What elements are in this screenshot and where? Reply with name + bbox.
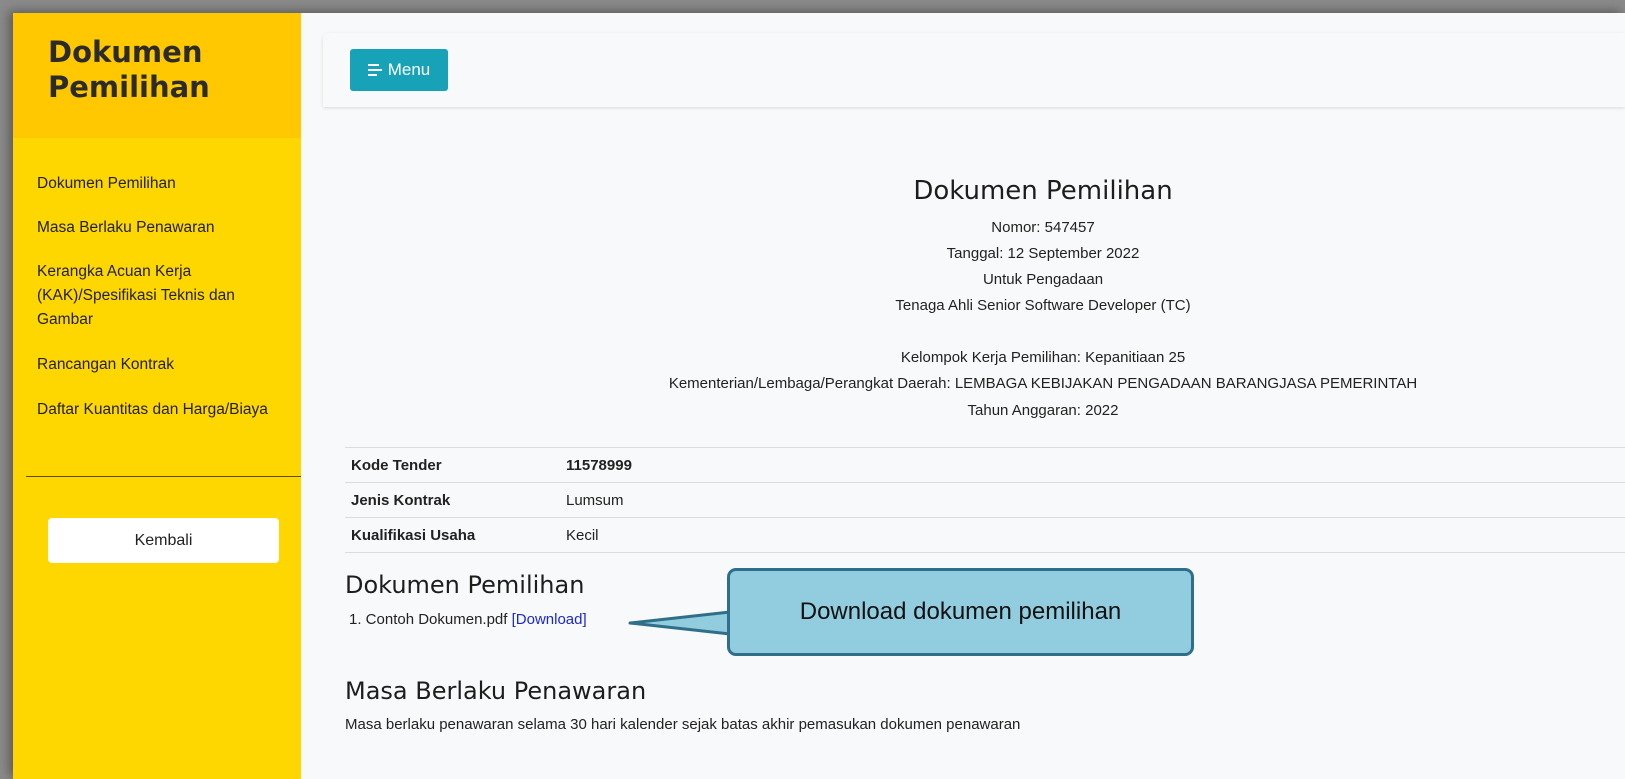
sidebar-item-dokumen-pemilihan[interactable]: Dokumen Pemilihan (37, 172, 277, 196)
sidebar-item-kak-spesifikasi[interactable]: Kerangka Acuan Kerja (KAK)/Spesifikasi T… (37, 260, 277, 332)
table-value: Kecil (560, 517, 1625, 553)
tanggal-text: Tanggal: 12 September 2022 (946, 245, 1140, 262)
menu-button[interactable]: Menu (350, 49, 448, 91)
file-name: 1. Contoh Dokumen.pdf (349, 611, 508, 628)
tender-info-table: Kode Tender 11578999 Jenis Kontrak Lumsu… (345, 447, 1625, 553)
sidebar: Dokumen Pemilihan Dokumen Pemilihan Masa… (13, 13, 301, 779)
table-label: Kode Tender (345, 447, 560, 483)
app-window: Dokumen Pemilihan Dokumen Pemilihan Masa… (13, 13, 1625, 779)
table-row: Jenis Kontrak Lumsum (345, 482, 1625, 518)
sidebar-item-daftar-kuantitas[interactable]: Daftar Kuantitas dan Harga/Biaya (37, 398, 277, 422)
pengadaan-name-text: Tenaga Ahli Senior Software Developer (T… (895, 297, 1191, 314)
table-row: Kode Tender 11578999 (345, 447, 1625, 483)
table-label: Jenis Kontrak (345, 482, 560, 518)
menu-button-label: Menu (387, 60, 431, 79)
untuk-pengadaan-text: Untuk Pengadaan (982, 271, 1104, 288)
table-row: Kualifikasi Usaha Kecil (345, 517, 1625, 553)
sidebar-item-masa-berlaku-penawaran[interactable]: Masa Berlaku Penawaran (37, 216, 277, 240)
nomor-text: Nomor: 547457 (991, 219, 1095, 236)
menu-lines-icon (367, 64, 382, 76)
sidebar-item-rancangan-kontrak[interactable]: Rancangan Kontrak (37, 353, 277, 377)
table-value: Lumsum (560, 482, 1625, 518)
masa-section-heading: Masa Berlaku Penawaran (345, 677, 647, 705)
dokumen-section-heading: Dokumen Pemilihan (345, 571, 585, 599)
file-list-item: 1. Contoh Dokumen.pdf [Download] (349, 611, 587, 628)
masa-berlaku-text: Masa berlaku penawaran selama 30 hari ka… (345, 716, 1021, 733)
sidebar-title: Dokumen Pemilihan (48, 35, 210, 104)
table-label: Kualifikasi Usaha (345, 517, 560, 553)
kldi-text: Kementerian/Lembaga/Perangkat Daerah: LE… (668, 375, 1418, 392)
sidebar-header: Dokumen Pemilihan (13, 13, 301, 138)
tahun-anggaran-text: Tahun Anggaran: 2022 (967, 402, 1119, 419)
callout-pointer (628, 610, 732, 636)
table-value: 11578999 (560, 447, 1625, 483)
top-navbar: Menu (323, 33, 1625, 107)
sidebar-divider (26, 476, 301, 477)
pokja-text: Kelompok Kerja Pemilihan: Kepanitiaan 25 (900, 349, 1186, 366)
callout-annotation: Download dokumen pemilihan (727, 568, 1194, 656)
back-button[interactable]: Kembali (48, 518, 279, 563)
page-title: Dokumen Pemilihan (913, 176, 1173, 206)
download-link[interactable]: [Download] (512, 611, 587, 628)
